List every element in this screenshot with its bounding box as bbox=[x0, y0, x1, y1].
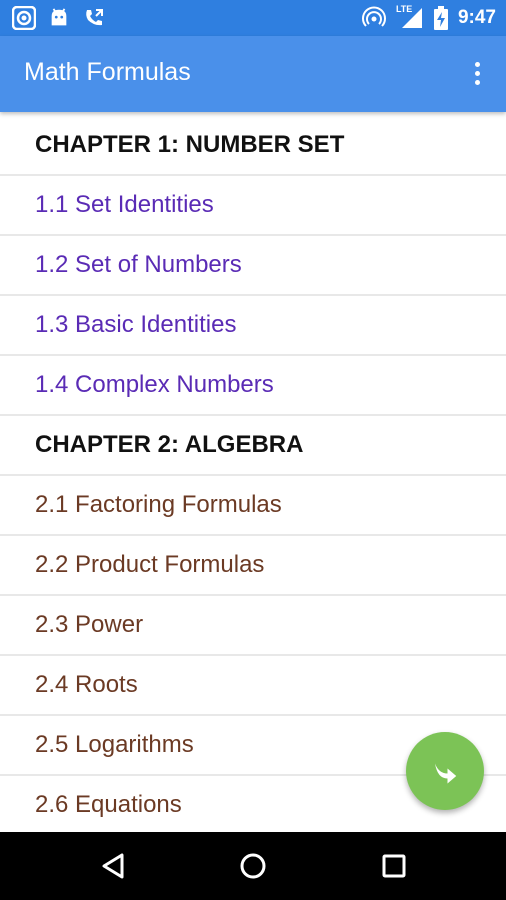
list-item[interactable]: 2.2 Product Formulas bbox=[0, 536, 506, 596]
clock: 9:47 bbox=[457, 7, 496, 28]
back-icon[interactable] bbox=[98, 850, 130, 882]
list-item[interactable]: 1.4 Complex Numbers bbox=[0, 356, 506, 416]
battery-charging-icon bbox=[433, 6, 448, 30]
app-bar: Math Formulas bbox=[0, 36, 506, 112]
list-item[interactable]: 1.2 Set of Numbers bbox=[0, 236, 506, 296]
app-title: Math Formulas bbox=[24, 58, 191, 86]
list-item[interactable]: 1.1 Set Identities bbox=[0, 176, 506, 236]
signal-group: LTE bbox=[396, 4, 424, 30]
share-arrow-icon bbox=[435, 763, 457, 784]
more-vert-icon[interactable] bbox=[466, 58, 490, 90]
chapter-header[interactable]: CHAPTER 1: NUMBER SET bbox=[0, 116, 506, 176]
list-item[interactable]: 2.3 Power bbox=[0, 596, 506, 656]
android-icon bbox=[51, 8, 67, 26]
signal-icon bbox=[401, 8, 422, 28]
chapter-header[interactable]: CHAPTER 2: ALGEBRA bbox=[0, 416, 506, 476]
list-item[interactable]: 1.3 Basic Identities bbox=[0, 296, 506, 356]
record-icon bbox=[12, 6, 36, 30]
formula-list[interactable]: CHAPTER 1: NUMBER SET 1.1 Set Identities… bbox=[0, 116, 506, 832]
notification-icons bbox=[12, 6, 106, 30]
list-item[interactable]: 2.1 Factoring Formulas bbox=[0, 476, 506, 536]
status-bar: LTE 9:47 bbox=[0, 0, 506, 36]
system-icons: LTE 9:47 bbox=[361, 4, 496, 30]
recents-icon[interactable] bbox=[378, 850, 410, 882]
hotspot-icon bbox=[361, 6, 386, 27]
home-icon[interactable] bbox=[237, 850, 269, 882]
system-nav-bar bbox=[0, 832, 506, 900]
list-item[interactable]: 2.4 Roots bbox=[0, 656, 506, 716]
call-forward-icon bbox=[86, 9, 103, 26]
share-fab-button[interactable] bbox=[406, 732, 484, 810]
